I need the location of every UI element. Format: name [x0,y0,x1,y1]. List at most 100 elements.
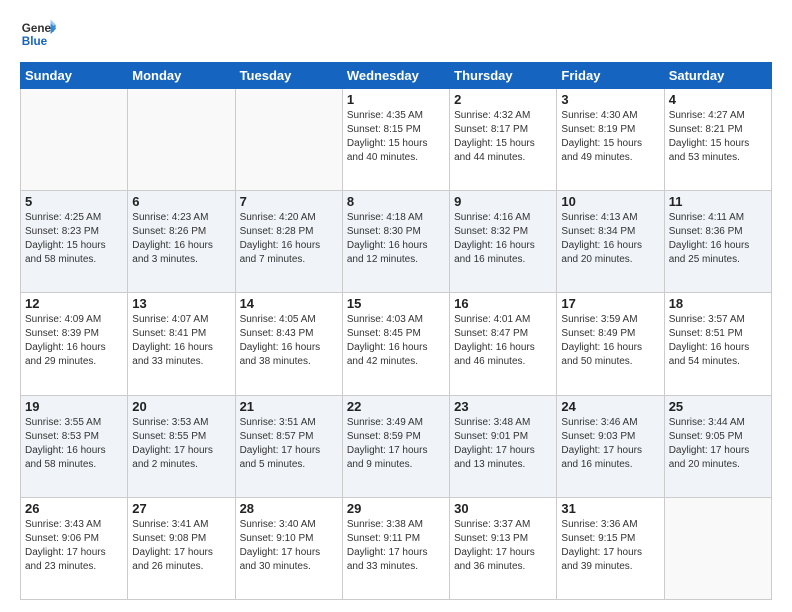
day-info: Sunrise: 4:09 AMSunset: 8:39 PMDaylight:… [25,313,123,369]
day-number: 17 [561,296,659,311]
day-number: 11 [669,194,767,209]
day-number: 5 [25,194,123,209]
day-number: 4 [669,92,767,107]
day-number: 28 [240,501,338,516]
day-number: 18 [669,296,767,311]
day-number: 16 [454,296,552,311]
calendar-cell: 26 Sunrise: 3:43 AMSunset: 9:06 PMDayligh… [21,497,128,599]
day-info: Sunrise: 4:11 AMSunset: 8:36 PMDaylight:… [669,211,767,267]
calendar-cell: 2Sunrise: 4:32 AMSunset: 8:17 PMDaylight… [450,89,557,191]
day-info: Sunrise: 3:37 AMSunset: 9:13 PMDaylight:… [454,518,552,574]
calendar-cell: 21Sunrise: 3:51 AMSunset: 8:57 PMDayligh… [235,395,342,497]
calendar-cell: 29 Sunrise: 3:38 AMSunset: 9:11 PMDayligh… [342,497,449,599]
day-number: 8 [347,194,445,209]
calendar-week-row-1: 1Sunrise: 4:35 AMSunset: 8:15 PMDaylight… [21,89,772,191]
calendar-table: SundayMondayTuesdayWednesdayThursdayFrid… [20,62,772,600]
day-info: Sunrise: 3:57 AMSunset: 8:51 PMDaylight:… [669,313,767,369]
day-number: 30 [454,501,552,516]
weekday-header-thursday: Thursday [450,63,557,89]
day-info: Sunrise: 4:23 AMSunset: 8:26 PMDaylight:… [132,211,230,267]
day-number: 26 [25,501,123,516]
day-number: 1 [347,92,445,107]
day-info: Sunrise: 3:38 AMSunset: 9:11 PMDaylight:… [347,518,445,574]
header: General Blue [20,16,772,52]
day-number: 19 [25,399,123,414]
calendar-cell [235,89,342,191]
day-info: Sunrise: 4:05 AMSunset: 8:43 PMDaylight:… [240,313,338,369]
day-number: 21 [240,399,338,414]
calendar-cell: 17 Sunrise: 3:59 AMSunset: 8:49 PMDayligh… [557,293,664,395]
day-number: 27 [132,501,230,516]
day-info: Sunrise: 3:40 AMSunset: 9:10 PMDaylight:… [240,518,338,574]
calendar-cell [664,497,771,599]
calendar-cell: 19 Sunrise: 3:55 AMSunset: 8:53 PMDayligh… [21,395,128,497]
calendar-cell: 7 Sunrise: 4:20 AMSunset: 8:28 PMDaylight… [235,191,342,293]
calendar-cell: 30 Sunrise: 3:37 AMSunset: 9:13 PMDayligh… [450,497,557,599]
day-number: 10 [561,194,659,209]
day-number: 24 [561,399,659,414]
calendar-cell: 31 Sunrise: 3:36 AMSunset: 9:15 PMDayligh… [557,497,664,599]
calendar-week-row-3: 12 Sunrise: 4:09 AMSunset: 8:39 PMDayligh… [21,293,772,395]
day-info: Sunrise: 3:46 AMSunset: 9:03 PMDaylight:… [561,416,659,472]
calendar-cell: 15Sunrise: 4:03 AMSunset: 8:45 PMDayligh… [342,293,449,395]
page: General Blue SundayMondayTuesdayWednesda… [0,0,792,612]
calendar-cell: 20 Sunrise: 3:53 AMSunset: 8:55 PMDayligh… [128,395,235,497]
day-number: 3 [561,92,659,107]
day-number: 6 [132,194,230,209]
day-number: 7 [240,194,338,209]
day-number: 22 [347,399,445,414]
day-info: Sunrise: 4:03 AMSunset: 8:45 PMDaylight:… [347,313,445,369]
calendar-cell: 18 Sunrise: 3:57 AMSunset: 8:51 PMDayligh… [664,293,771,395]
day-info: Sunrise: 3:43 AMSunset: 9:06 PMDaylight:… [25,518,123,574]
calendar-cell: 27 Sunrise: 3:41 AMSunset: 9:08 PMDayligh… [128,497,235,599]
day-number: 13 [132,296,230,311]
calendar-cell: 14 Sunrise: 4:05 AMSunset: 8:43 PMDayligh… [235,293,342,395]
day-number: 25 [669,399,767,414]
day-info: Sunrise: 3:53 AMSunset: 8:55 PMDaylight:… [132,416,230,472]
calendar-cell: 22 Sunrise: 3:49 AMSunset: 8:59 PMDayligh… [342,395,449,497]
day-number: 9 [454,194,552,209]
day-info: Sunrise: 3:41 AMSunset: 9:08 PMDaylight:… [132,518,230,574]
svg-text:Blue: Blue [22,35,48,48]
weekday-header-monday: Monday [128,63,235,89]
day-number: 29 [347,501,445,516]
weekday-header-friday: Friday [557,63,664,89]
calendar-cell: 6 Sunrise: 4:23 AMSunset: 8:26 PMDaylight… [128,191,235,293]
day-info: Sunrise: 4:30 AMSunset: 8:19 PMDaylight:… [561,109,659,165]
weekday-header-sunday: Sunday [21,63,128,89]
day-number: 23 [454,399,552,414]
day-number: 14 [240,296,338,311]
weekday-header-saturday: Saturday [664,63,771,89]
weekday-header-row: SundayMondayTuesdayWednesdayThursdayFrid… [21,63,772,89]
day-info: Sunrise: 3:49 AMSunset: 8:59 PMDaylight:… [347,416,445,472]
calendar-cell: 5Sunrise: 4:25 AMSunset: 8:23 PMDaylight… [21,191,128,293]
day-info: Sunrise: 4:07 AMSunset: 8:41 PMDaylight:… [132,313,230,369]
calendar-week-row-5: 26 Sunrise: 3:43 AMSunset: 9:06 PMDayligh… [21,497,772,599]
calendar-cell: 10Sunrise: 4:13 AMSunset: 8:34 PMDayligh… [557,191,664,293]
calendar-cell: 3 Sunrise: 4:30 AMSunset: 8:19 PMDaylight… [557,89,664,191]
calendar-cell: 4 Sunrise: 4:27 AMSunset: 8:21 PMDaylight… [664,89,771,191]
calendar-cell [128,89,235,191]
day-info: Sunrise: 3:44 AMSunset: 9:05 PMDaylight:… [669,416,767,472]
calendar-cell: 8 Sunrise: 4:18 AMSunset: 8:30 PMDaylight… [342,191,449,293]
day-number: 31 [561,501,659,516]
day-info: Sunrise: 3:55 AMSunset: 8:53 PMDaylight:… [25,416,123,472]
calendar-cell: 11 Sunrise: 4:11 AMSunset: 8:36 PMDayligh… [664,191,771,293]
day-info: Sunrise: 3:36 AMSunset: 9:15 PMDaylight:… [561,518,659,574]
day-info: Sunrise: 3:59 AMSunset: 8:49 PMDaylight:… [561,313,659,369]
calendar-cell: 23Sunrise: 3:48 AMSunset: 9:01 PMDayligh… [450,395,557,497]
calendar-cell: 13 Sunrise: 4:07 AMSunset: 8:41 PMDayligh… [128,293,235,395]
day-info: Sunrise: 4:01 AMSunset: 8:47 PMDaylight:… [454,313,552,369]
day-number: 20 [132,399,230,414]
calendar-cell [21,89,128,191]
day-number: 12 [25,296,123,311]
day-info: Sunrise: 4:20 AMSunset: 8:28 PMDaylight:… [240,211,338,267]
day-info: Sunrise: 4:18 AMSunset: 8:30 PMDaylight:… [347,211,445,267]
calendar-week-row-4: 19 Sunrise: 3:55 AMSunset: 8:53 PMDayligh… [21,395,772,497]
calendar-cell: 24 Sunrise: 3:46 AMSunset: 9:03 PMDayligh… [557,395,664,497]
calendar-cell: 12 Sunrise: 4:09 AMSunset: 8:39 PMDayligh… [21,293,128,395]
day-info: Sunrise: 4:27 AMSunset: 8:21 PMDaylight:… [669,109,767,165]
calendar-cell: 1Sunrise: 4:35 AMSunset: 8:15 PMDaylight… [342,89,449,191]
calendar-cell: 16 Sunrise: 4:01 AMSunset: 8:47 PMDayligh… [450,293,557,395]
calendar-week-row-2: 5Sunrise: 4:25 AMSunset: 8:23 PMDaylight… [21,191,772,293]
